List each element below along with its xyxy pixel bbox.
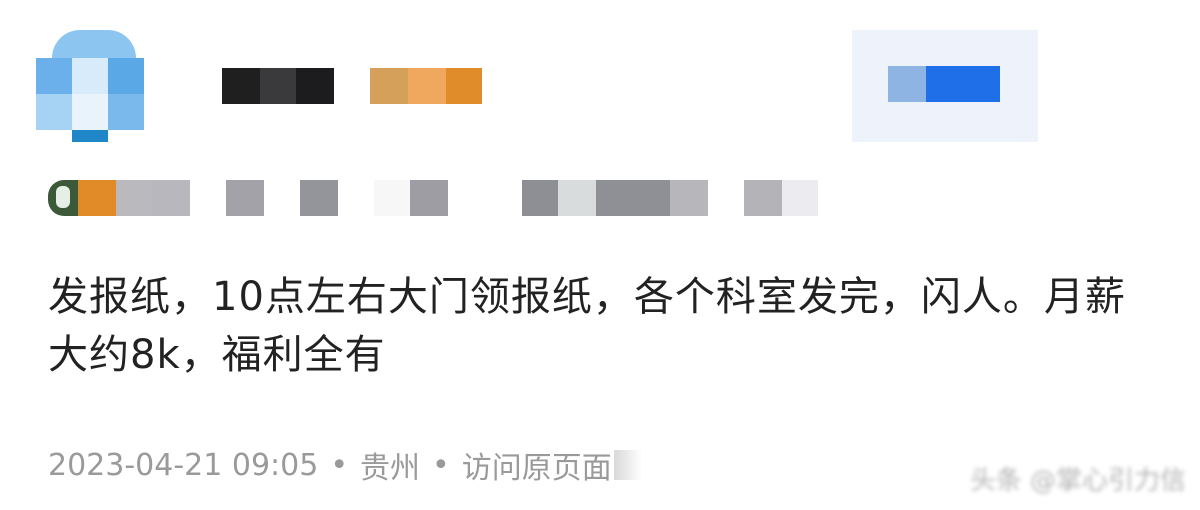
avatar-pixel (108, 94, 144, 130)
post-footer: 2023-04-21 09:05 • 贵州 • 访问原页面 (48, 443, 642, 487)
author-meta-redacted (48, 180, 818, 216)
post-timestamp: 2023-04-21 09:05 (48, 447, 319, 483)
badge-redacted (370, 68, 482, 104)
avatar-pixel (72, 130, 108, 142)
follow-button[interactable] (888, 66, 1000, 102)
follow-button-area[interactable] (852, 30, 1038, 142)
avatar-pixel (36, 58, 72, 94)
post-location: 贵州 (360, 451, 421, 486)
username-redacted (222, 68, 334, 104)
avatar-pixel (36, 94, 72, 130)
avatar-pixel (72, 58, 108, 94)
mini-avatar (48, 180, 78, 216)
watermark: 头条 @掌心引力信 (969, 466, 1186, 496)
separator-dot: • (330, 447, 349, 483)
avatar-pixel (72, 94, 108, 130)
avatar[interactable] (36, 30, 152, 142)
avatar-pixel (52, 30, 136, 58)
avatar-pixel (108, 58, 144, 94)
separator-dot: • (432, 447, 450, 483)
view-source-link[interactable]: 访问原页面 (462, 443, 612, 487)
post-text: 发报纸，10点左右大门领报纸，各个科室发完，闪人。月薪大约8k，福利全有 (48, 274, 1126, 378)
chevron-right-icon (613, 450, 642, 480)
